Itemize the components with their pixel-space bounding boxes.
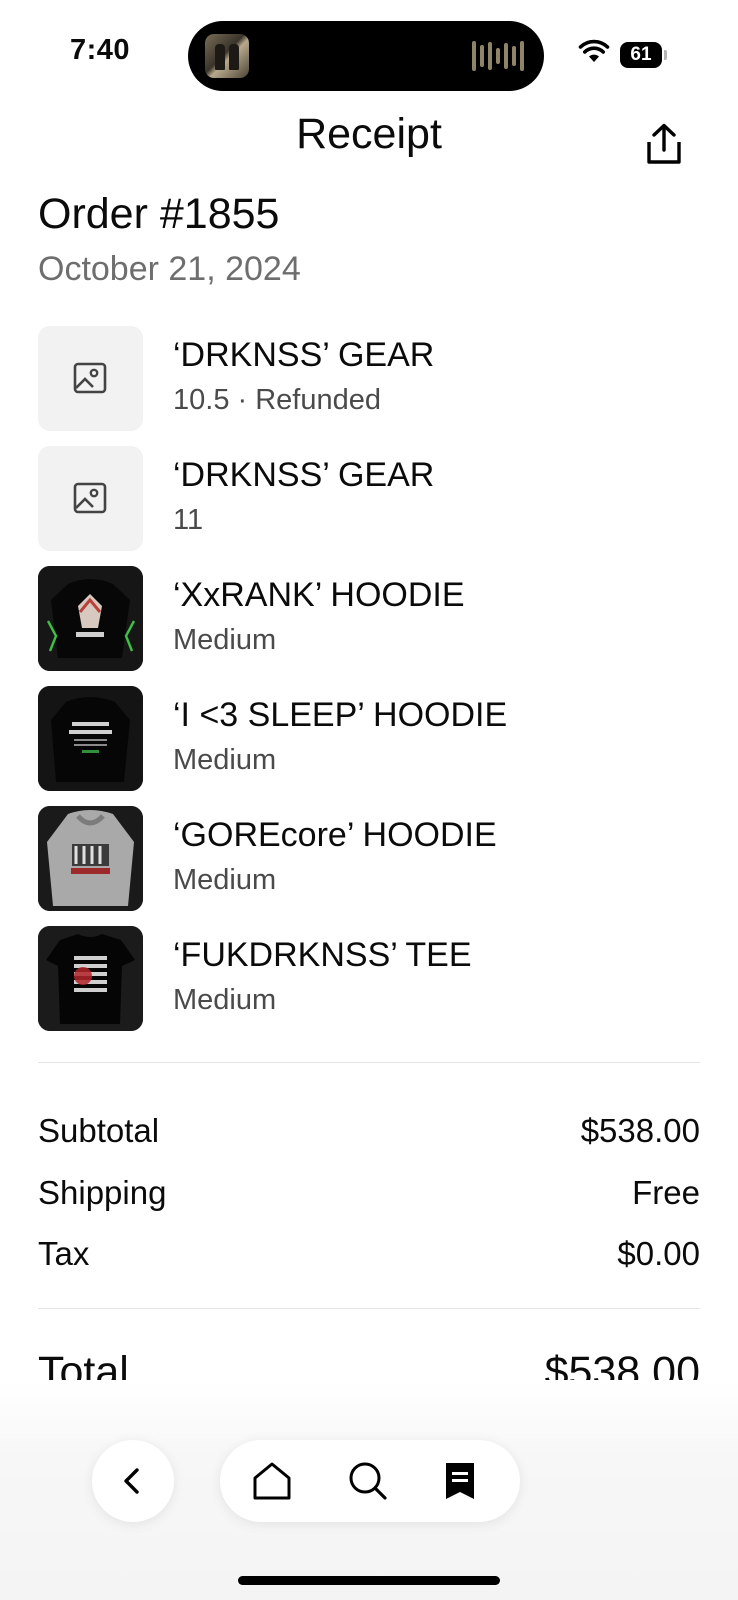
tax-value: $0.00	[617, 1235, 700, 1272]
item-detail: Medium	[173, 984, 277, 1016]
item-detail: Medium	[173, 744, 277, 776]
audio-waveform-icon	[472, 40, 524, 72]
item-detail: Medium	[173, 864, 277, 896]
item-detail: Medium	[173, 624, 277, 656]
item-detail: 10.5 · Refunded	[173, 384, 381, 416]
dynamic-island[interactable]	[188, 21, 544, 91]
list-item[interactable]: ‘DRKNSS’ GEAR 11	[38, 446, 700, 566]
item-name: ‘I <3 SLEEP’ HOODIE	[173, 696, 508, 734]
order-items-list: ‘DRKNSS’ GEAR 10.5 · Refunded ‘DRKNSS’ G…	[38, 326, 700, 1046]
list-item[interactable]: ‘GOREcore’ HOODIE Medium	[38, 806, 700, 926]
chevron-left-icon	[124, 1468, 139, 1494]
battery-indicator: 61	[620, 42, 662, 68]
divider	[38, 1062, 700, 1063]
receipt-icon[interactable]	[436, 1457, 484, 1505]
home-icon[interactable]	[248, 1457, 296, 1505]
now-playing-artwork	[205, 34, 249, 78]
status-time: 7:40	[70, 34, 131, 66]
item-name: ‘GOREcore’ HOODIE	[173, 816, 497, 854]
list-item[interactable]: ‘DRKNSS’ GEAR 10.5 · Refunded	[38, 326, 700, 446]
battery-cap	[664, 50, 667, 60]
item-name: ‘DRKNSS’ GEAR	[173, 456, 435, 494]
subtotal-label: Subtotal	[38, 1112, 160, 1149]
item-detail: 11	[173, 504, 204, 536]
list-item[interactable]: ‘I <3 SLEEP’ HOODIE Medium	[38, 686, 700, 806]
wifi-icon	[578, 39, 610, 62]
order-date: October 21, 2024	[38, 250, 301, 288]
hoodie-thumbnail	[38, 806, 143, 911]
subtotal-value: $538.00	[580, 1112, 700, 1149]
order-number: Order #1855	[38, 190, 280, 238]
image-placeholder-icon	[38, 326, 143, 431]
back-button[interactable]	[92, 1440, 174, 1522]
divider	[38, 1308, 700, 1309]
search-icon[interactable]	[344, 1457, 392, 1505]
list-item[interactable]: ‘XxRANK’ HOODIE Medium	[38, 566, 700, 686]
page-title: Receipt	[296, 110, 442, 158]
image-placeholder-icon	[38, 446, 143, 551]
hoodie-thumbnail	[38, 566, 143, 671]
shipping-value: Free	[632, 1174, 700, 1211]
bottom-nav	[220, 1440, 520, 1522]
item-name: ‘FUKDRKNSS’ TEE	[173, 936, 472, 974]
hoodie-thumbnail	[38, 686, 143, 791]
share-icon[interactable]	[644, 122, 684, 166]
tee-thumbnail	[38, 926, 143, 1031]
shipping-label: Shipping	[38, 1174, 167, 1211]
item-name: ‘DRKNSS’ GEAR	[173, 336, 435, 374]
item-name: ‘XxRANK’ HOODIE	[173, 576, 465, 614]
tax-label: Tax	[38, 1235, 90, 1272]
home-indicator	[238, 1576, 500, 1585]
list-item[interactable]: ‘FUKDRKNSS’ TEE Medium	[38, 926, 700, 1046]
